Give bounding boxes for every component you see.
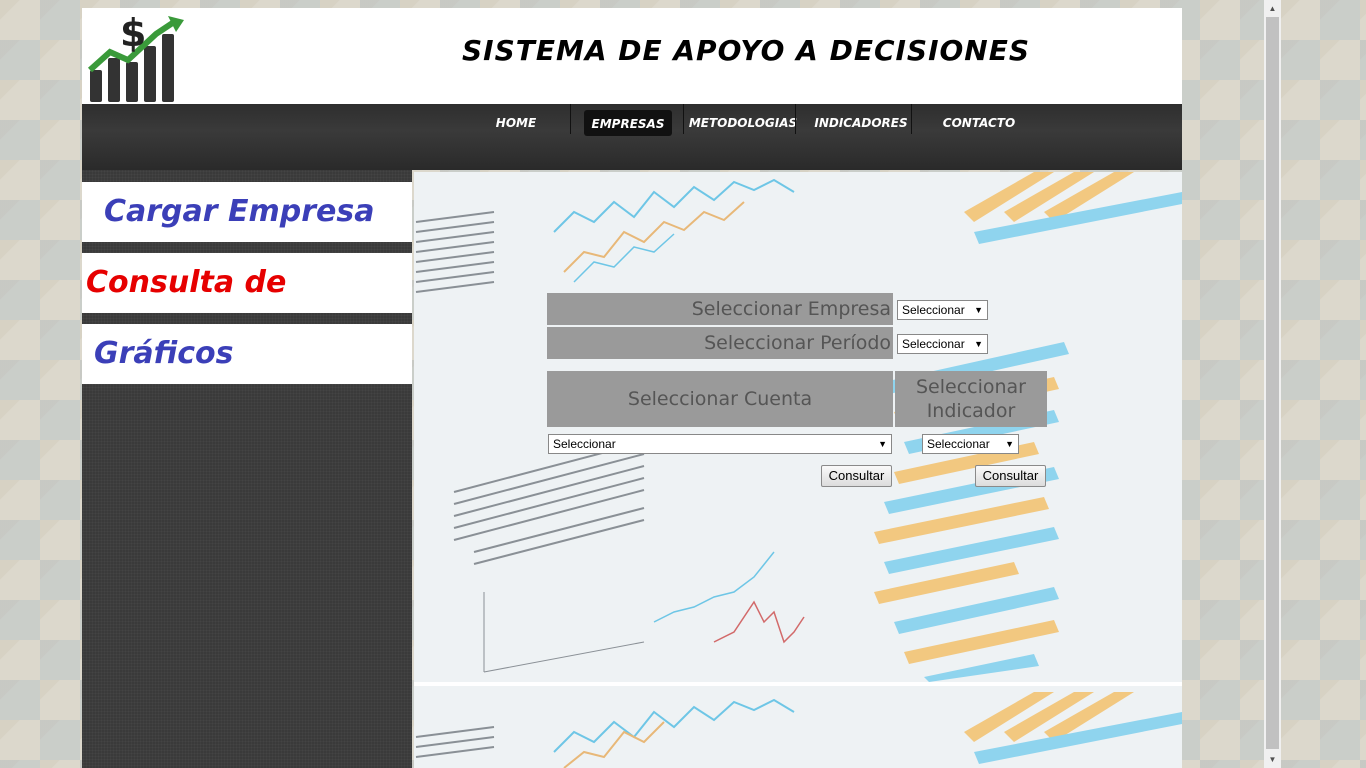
chevron-down-icon: ▼	[974, 305, 983, 315]
nav-indicadores[interactable]: INDICADORES	[808, 104, 914, 138]
dollar-chart-logo-icon: $	[86, 11, 186, 104]
empresa-label: Seleccionar Empresa	[547, 293, 893, 325]
nav-metodologias[interactable]: METODOLOGIAS	[688, 104, 798, 138]
header: $ SISTEMA DE APOYO A DECISIONES	[82, 8, 1182, 104]
periodo-label: Seleccionar Período	[547, 327, 893, 359]
periodo-select[interactable]: Seleccionar ▼	[897, 334, 988, 354]
main-nav: HOME EMPRESAS METODOLOGIAS INDICADORES C…	[82, 104, 1182, 170]
nav-separator	[683, 104, 684, 134]
site-title: SISTEMA DE APOYO A DECISIONES	[462, 34, 1031, 67]
main-content: Seleccionar Empresa Seleccionar ▼ Selecci…	[414, 172, 1182, 768]
sidebar-item-cargar-empresa[interactable]: Cargar Empresa	[82, 182, 412, 242]
nav-contacto[interactable]: CONTACTO	[932, 104, 1026, 138]
consultar-cuenta-button[interactable]: Consultar	[821, 465, 892, 487]
nav-separator	[570, 104, 571, 134]
financial-background-image	[414, 172, 1182, 768]
chevron-down-icon: ▼	[1005, 439, 1014, 449]
scroll-thumb[interactable]	[1266, 17, 1279, 749]
nav-separator	[911, 104, 912, 134]
sidebar: Cargar Empresa Consulta de Valores Gráfi…	[82, 170, 412, 768]
sidebar-item-label: Gráficos	[94, 336, 234, 371]
sidebar-item-consulta-valores[interactable]: Consulta de Valores	[82, 253, 412, 360]
content-divider	[414, 682, 1182, 686]
empresa-select[interactable]: Seleccionar ▼	[897, 300, 988, 320]
sidebar-item-graficos[interactable]: Gráficos	[82, 324, 412, 384]
nav-separator	[795, 104, 796, 134]
scroll-down-icon[interactable]: ▼	[1264, 751, 1281, 768]
indicador-select[interactable]: Seleccionar ▼	[922, 434, 1019, 454]
consultar-indicador-button[interactable]: Consultar	[975, 465, 1046, 487]
chevron-down-icon: ▼	[878, 439, 887, 449]
indicador-label: Seleccionar Indicador	[895, 371, 1047, 427]
chevron-down-icon: ▼	[974, 339, 983, 349]
sidebar-item-label: Cargar Empresa	[104, 194, 375, 229]
scroll-up-icon[interactable]: ▲	[1264, 0, 1281, 17]
cuenta-label: Seleccionar Cuenta	[547, 371, 893, 427]
cuenta-select[interactable]: Seleccionar ▼	[548, 434, 892, 454]
nav-empresas[interactable]: EMPRESAS	[584, 110, 672, 136]
page-scrollbar[interactable]: ▲ ▼	[1264, 0, 1281, 768]
page: $ SISTEMA DE APOYO A DECISIONES HOME EMP…	[82, 8, 1182, 768]
svg-text:$: $	[120, 12, 146, 55]
nav-home[interactable]: HOME	[480, 104, 552, 138]
